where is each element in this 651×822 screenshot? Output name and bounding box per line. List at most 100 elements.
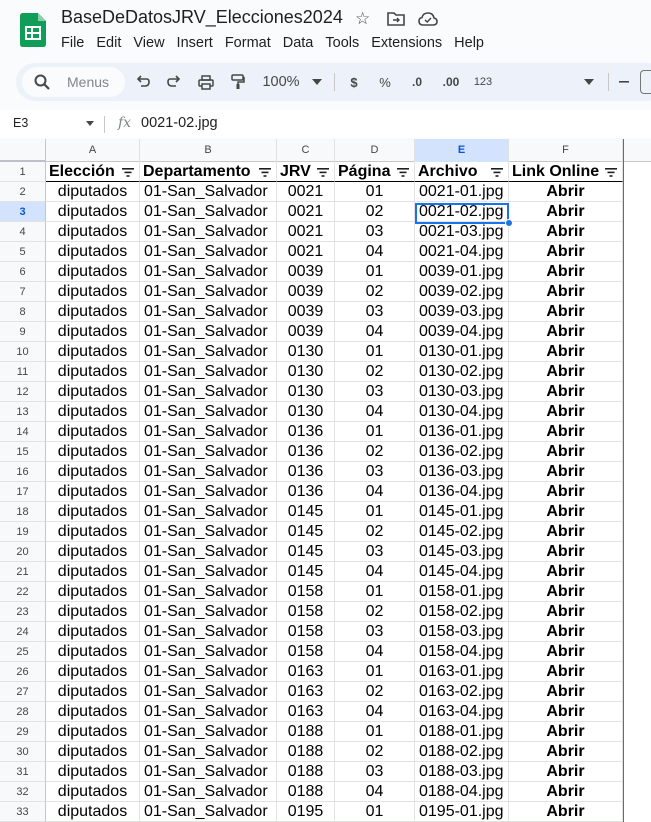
pagina-cell[interactable]: 03 xyxy=(335,382,415,402)
row-header[interactable]: 29 xyxy=(0,722,46,742)
link-cell[interactable]: Abrir xyxy=(509,242,623,262)
pagina-cell[interactable]: 01 xyxy=(335,502,415,522)
row-header[interactable]: 31 xyxy=(0,762,46,782)
archivo-cell[interactable]: 0039-02.jpg xyxy=(415,282,509,302)
link-cell[interactable]: Abrir xyxy=(509,482,623,502)
row-header[interactable]: 2 xyxy=(0,182,46,202)
percent-format-button[interactable]: % xyxy=(375,63,395,101)
jrv-cell[interactable]: 0039 xyxy=(277,302,335,322)
menu-help[interactable]: Help xyxy=(448,34,490,54)
jrv-cell[interactable]: 0158 xyxy=(277,642,335,662)
font-chevron-down-icon[interactable] xyxy=(582,63,596,101)
eleccion-cell[interactable]: diputados xyxy=(46,482,140,502)
eleccion-cell[interactable]: diputados xyxy=(46,762,140,782)
departamento-cell[interactable]: 01-San_Salvador xyxy=(140,742,277,762)
pagina-cell[interactable]: 04 xyxy=(335,322,415,342)
eleccion-cell[interactable]: diputados xyxy=(46,662,140,682)
jrv-cell[interactable]: 0136 xyxy=(277,482,335,502)
eleccion-cell[interactable]: diputados xyxy=(46,562,140,582)
eleccion-cell[interactable]: diputados xyxy=(46,702,140,722)
jrv-cell[interactable]: 0188 xyxy=(277,742,335,762)
column-title[interactable]: JRV xyxy=(277,162,335,182)
jrv-cell[interactable]: 0163 xyxy=(277,702,335,722)
archivo-cell[interactable]: 0158-03.jpg xyxy=(415,622,509,642)
row-header[interactable]: 20 xyxy=(0,542,46,562)
pagina-cell[interactable]: 03 xyxy=(335,462,415,482)
archivo-cell[interactable]: 0136-02.jpg xyxy=(415,442,509,462)
jrv-cell[interactable]: 0163 xyxy=(277,662,335,682)
row-header[interactable]: 8 xyxy=(0,302,46,322)
link-cell[interactable]: Abrir xyxy=(509,422,623,442)
eleccion-cell[interactable]: diputados xyxy=(46,502,140,522)
departamento-cell[interactable]: 01-San_Salvador xyxy=(140,602,277,622)
pagina-cell[interactable]: 04 xyxy=(335,402,415,422)
archivo-cell[interactable]: 0130-01.jpg xyxy=(415,342,509,362)
spreadsheet-grid[interactable]: ABCDEF 1 2 3 4 5 6 7 8 9 10 11 12 13 14 15 16 17 18 19 20 21… xyxy=(0,139,651,822)
filter-icon[interactable] xyxy=(259,168,271,177)
departamento-cell[interactable]: 01-San_Salvador xyxy=(140,522,277,542)
departamento-cell[interactable]: 01-San_Salvador xyxy=(140,782,277,802)
jrv-cell[interactable]: 0130 xyxy=(277,362,335,382)
archivo-cell[interactable]: 0163-01.jpg xyxy=(415,662,509,682)
eleccion-cell[interactable]: diputados xyxy=(46,802,140,822)
link-cell[interactable]: Abrir xyxy=(509,262,623,282)
archivo-cell[interactable]: 0195-01.jpg xyxy=(415,802,509,822)
number-format-button[interactable]: 123 xyxy=(470,63,496,101)
eleccion-cell[interactable]: diputados xyxy=(46,582,140,602)
row-header[interactable]: 17 xyxy=(0,482,46,502)
pagina-cell[interactable]: 04 xyxy=(335,562,415,582)
eleccion-cell[interactable]: diputados xyxy=(46,262,140,282)
link-cell[interactable]: Abrir xyxy=(509,582,623,602)
archivo-cell[interactable]: 0188-03.jpg xyxy=(415,762,509,782)
row-header[interactable]: 18 xyxy=(0,502,46,522)
link-cell[interactable]: Abrir xyxy=(509,782,623,802)
eleccion-cell[interactable]: diputados xyxy=(46,602,140,622)
eleccion-cell[interactable]: diputados xyxy=(46,682,140,702)
column-title[interactable]: Link Online xyxy=(509,162,623,182)
pagina-cell[interactable]: 03 xyxy=(335,542,415,562)
pagina-cell[interactable]: 03 xyxy=(335,302,415,322)
decrease-font-size-icon[interactable] xyxy=(616,63,632,101)
filter-icon[interactable] xyxy=(605,168,617,177)
departamento-cell[interactable]: 01-San_Salvador xyxy=(140,642,277,662)
eleccion-cell[interactable]: diputados xyxy=(46,382,140,402)
star-icon[interactable]: ☆ xyxy=(355,9,370,29)
column-title[interactable]: Página xyxy=(335,162,415,182)
row-header[interactable]: 4 xyxy=(0,222,46,242)
pagina-cell[interactable]: 04 xyxy=(335,642,415,662)
pagina-cell[interactable]: 02 xyxy=(335,442,415,462)
eleccion-cell[interactable]: diputados xyxy=(46,442,140,462)
row-header[interactable]: 15 xyxy=(0,442,46,462)
column-header-e[interactable]: E xyxy=(415,139,509,162)
archivo-cell[interactable]: 0145-04.jpg xyxy=(415,562,509,582)
filter-icon[interactable] xyxy=(491,168,503,177)
link-cell[interactable]: Abrir xyxy=(509,742,623,762)
departamento-cell[interactable]: 01-San_Salvador xyxy=(140,402,277,422)
jrv-cell[interactable]: 0188 xyxy=(277,722,335,742)
departamento-cell[interactable]: 01-San_Salvador xyxy=(140,182,277,202)
jrv-cell[interactable]: 0039 xyxy=(277,262,335,282)
zoom-chevron-down-icon[interactable] xyxy=(310,63,324,101)
archivo-cell[interactable]: 0163-02.jpg xyxy=(415,682,509,702)
jrv-cell[interactable]: 0145 xyxy=(277,502,335,522)
departamento-cell[interactable]: 01-San_Salvador xyxy=(140,502,277,522)
pagina-cell[interactable]: 01 xyxy=(335,662,415,682)
sheets-logo-icon[interactable] xyxy=(20,13,46,47)
archivo-cell[interactable]: 0158-04.jpg xyxy=(415,642,509,662)
archivo-cell[interactable]: 0130-02.jpg xyxy=(415,362,509,382)
departamento-cell[interactable]: 01-San_Salvador xyxy=(140,382,277,402)
column-header-c[interactable]: C xyxy=(277,139,335,162)
paint-format-icon[interactable] xyxy=(228,63,248,101)
column-title[interactable]: Departamento xyxy=(140,162,277,182)
departamento-cell[interactable]: 01-San_Salvador xyxy=(140,262,277,282)
archivo-cell[interactable]: 0145-02.jpg xyxy=(415,522,509,542)
document-title[interactable]: BaseDeDatosJRV_Elecciones2024 xyxy=(61,7,343,28)
jrv-cell[interactable]: 0145 xyxy=(277,562,335,582)
cloud-saved-icon[interactable] xyxy=(418,10,438,28)
increase-decimal-button[interactable]: .00 xyxy=(438,63,464,101)
row-header[interactable]: 21 xyxy=(0,562,46,582)
link-cell[interactable]: Abrir xyxy=(509,342,623,362)
archivo-cell[interactable]: 0145-01.jpg xyxy=(415,502,509,522)
row-header[interactable]: 1 xyxy=(0,162,46,182)
row-header[interactable]: 10 xyxy=(0,342,46,362)
